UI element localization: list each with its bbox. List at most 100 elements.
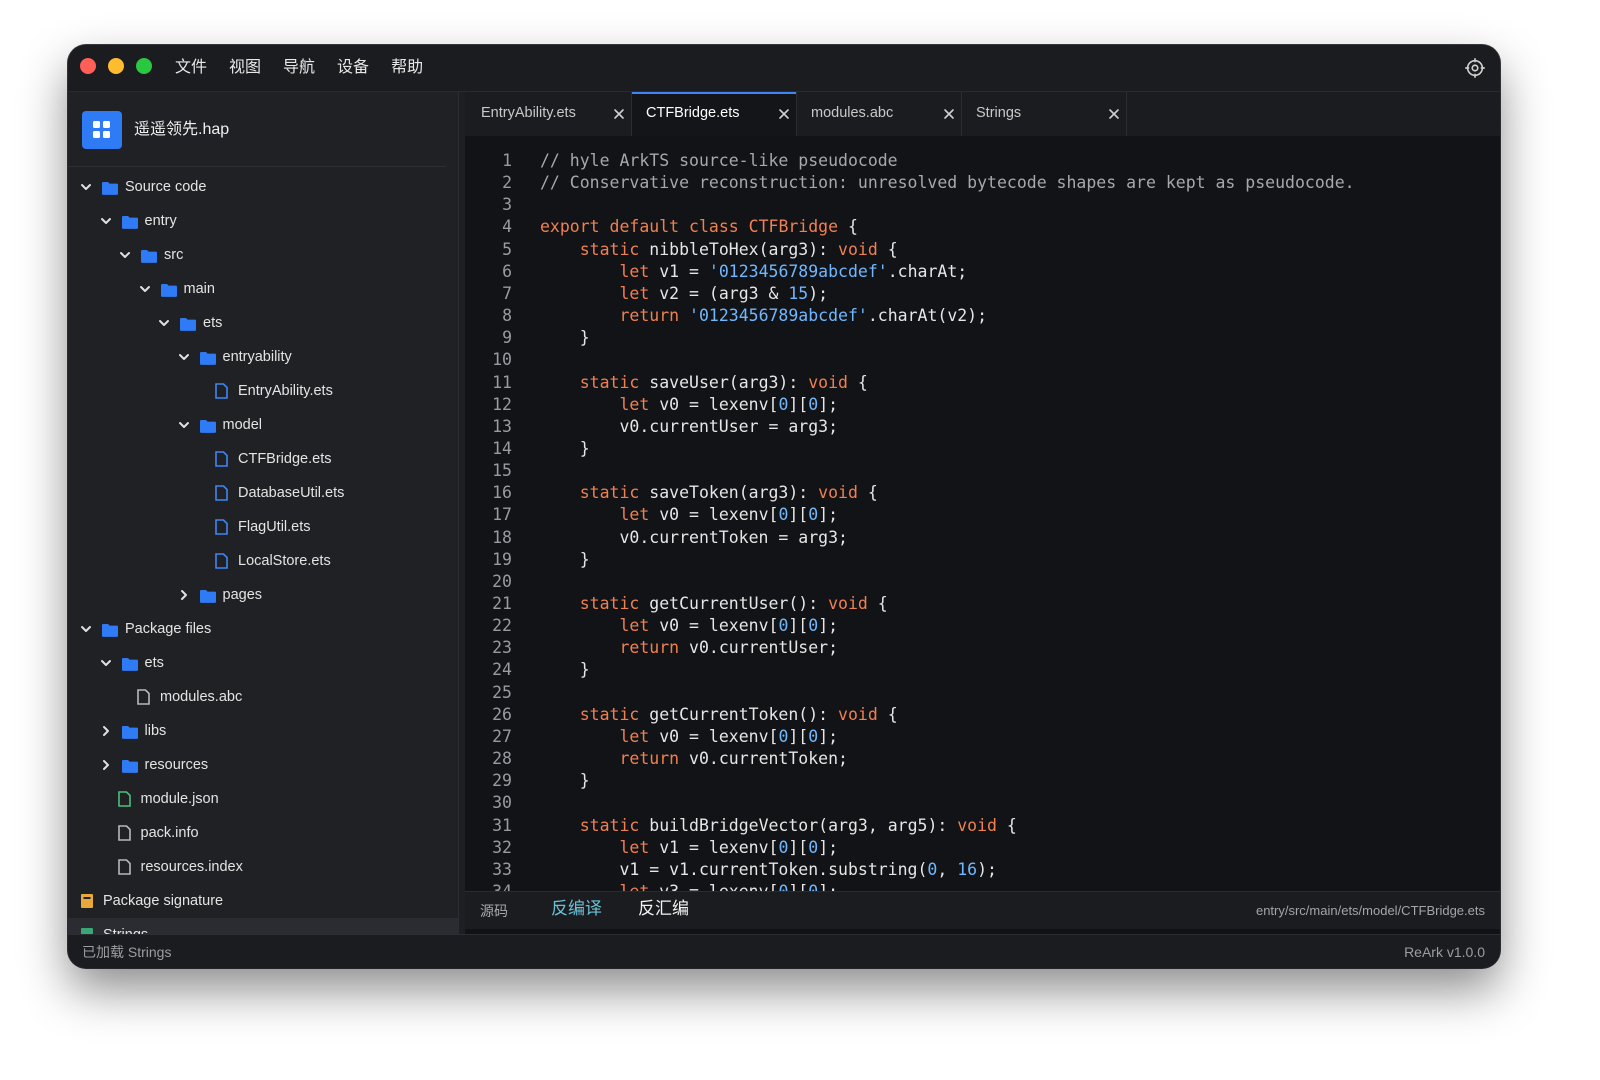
chevron-right-icon[interactable] xyxy=(100,725,112,737)
tree-folder-row[interactable]: entryability xyxy=(68,340,458,374)
tree-folder-row[interactable]: resources xyxy=(68,748,458,782)
chevron-down-icon[interactable] xyxy=(178,351,190,363)
editor-tab[interactable]: Strings xyxy=(962,92,1127,136)
tree-folder-row[interactable]: Package files xyxy=(68,612,458,646)
code-token: getCurrentToken(): xyxy=(639,704,839,724)
code-line: 8 return '0123456789abcdef'.charAt(v2); xyxy=(465,305,1500,327)
close-tab-icon[interactable] xyxy=(1108,108,1120,120)
code-line: 18 v0.currentToken = arg3; xyxy=(465,527,1500,549)
code-token: let xyxy=(619,283,650,303)
line-content: v0.currentToken = arg3; xyxy=(540,527,847,549)
code-token: } xyxy=(540,660,590,680)
view-tab-disassemble[interactable]: 反汇编 xyxy=(638,899,689,919)
source-file-icon xyxy=(215,383,231,399)
code-token: void xyxy=(838,239,878,259)
maximize-window-button[interactable] xyxy=(136,58,152,74)
chevron-down-icon[interactable] xyxy=(158,317,170,329)
code-line: 32 let v1 = lexenv[0][0]; xyxy=(465,837,1500,859)
editor-tab[interactable]: EntryAbility.ets xyxy=(467,92,632,136)
line-number: 14 xyxy=(492,438,512,458)
tree-file-row[interactable]: pack.info xyxy=(68,816,458,850)
menu-device[interactable]: 设备 xyxy=(337,57,369,79)
code-view[interactable]: 1 // hyle ArkTS source-like pseudocode 2 //… xyxy=(465,136,1500,891)
code-token: ][ xyxy=(788,505,809,525)
tree-item-label: module.json xyxy=(140,791,219,807)
close-tab-icon[interactable] xyxy=(943,108,955,120)
line-number: 8 xyxy=(502,306,512,326)
tree-folder-row[interactable]: entry xyxy=(68,204,458,238)
code-token: static xyxy=(579,815,640,835)
line-number: 18 xyxy=(492,527,512,547)
code-token: saveToken(arg3): xyxy=(639,483,819,503)
tree-item-label: Strings xyxy=(103,926,148,934)
line-number: 31 xyxy=(492,815,512,835)
tree-folder-row[interactable]: Source code xyxy=(68,170,458,204)
view-tab-source[interactable]: 源码 xyxy=(480,901,508,921)
line-number: 9 xyxy=(502,328,512,348)
minimize-window-button[interactable] xyxy=(108,58,124,74)
source-file-icon xyxy=(215,485,231,501)
close-tab-icon[interactable] xyxy=(778,108,790,120)
tree-folder-row[interactable]: pages xyxy=(68,578,458,612)
chevron-down-icon[interactable] xyxy=(119,249,131,261)
chevron-down-icon[interactable] xyxy=(80,181,92,193)
settings-gear-icon[interactable] xyxy=(1464,57,1486,79)
chevron-down-icon[interactable] xyxy=(139,283,151,295)
line-number: 13 xyxy=(492,416,512,436)
menu-help[interactable]: 帮助 xyxy=(391,57,423,79)
tree-file-row[interactable]: FlagUtil.ets xyxy=(68,510,458,544)
tree-folder-row[interactable]: main xyxy=(68,272,458,306)
code-token: getCurrentUser(): xyxy=(639,594,829,613)
code-token: ][ xyxy=(788,616,809,636)
code-token: v0.currentUser; xyxy=(679,638,839,658)
chevron-down-icon[interactable] xyxy=(100,657,112,669)
tab-label: CTFBridge.ets xyxy=(646,105,740,121)
line-content: static saveToken(arg3): void { xyxy=(540,482,878,504)
tab-label: Strings xyxy=(976,105,1022,121)
editor-tab[interactable]: CTFBridge.ets xyxy=(632,92,797,136)
line-content: return v0.currentToken; xyxy=(540,748,848,770)
tree-folder-row[interactable]: model xyxy=(68,408,458,442)
tree-folder-row[interactable]: ets xyxy=(68,306,458,340)
tree-folder-row[interactable]: src xyxy=(68,238,458,272)
code-token: v1 = xyxy=(649,261,709,281)
chevron-right-icon[interactable] xyxy=(100,759,112,771)
tree-file-row[interactable]: modules.abc xyxy=(68,680,458,714)
code-token: 0 xyxy=(778,726,789,746)
code-token: { xyxy=(848,372,868,392)
folder-icon xyxy=(199,589,216,603)
tree-file-row[interactable]: module.json xyxy=(68,782,458,816)
code-line: 11 static saveUser(arg3): void { xyxy=(465,372,1500,394)
tree-file-row[interactable]: resources.index xyxy=(68,850,458,884)
strings-icon xyxy=(80,927,96,934)
tree-file-row[interactable]: EntryAbility.ets xyxy=(68,374,458,408)
tree-file-row[interactable]: DatabaseUtil.ets xyxy=(68,476,458,510)
tree-item-label: Package signature xyxy=(103,893,224,909)
code-token: ]; xyxy=(818,837,839,857)
tree-folder-row[interactable]: libs xyxy=(68,714,458,748)
code-token: ][ xyxy=(788,882,808,891)
tree-file-row[interactable]: Package signature xyxy=(68,884,458,918)
tree-file-row[interactable]: Strings xyxy=(68,918,458,934)
line-number: 33 xyxy=(492,859,512,879)
view-tab-decompile[interactable]: 反编译 xyxy=(551,899,602,919)
code-line: 27 let v0 = lexenv[0][0]; xyxy=(465,726,1500,748)
editor-tab[interactable]: modules.abc xyxy=(797,92,962,136)
menu-view[interactable]: 视图 xyxy=(229,57,261,79)
menu-navigate[interactable]: 导航 xyxy=(283,57,315,79)
code-token: .charAt(v2); xyxy=(867,306,988,326)
tree-file-row[interactable]: CTFBridge.ets xyxy=(68,442,458,476)
menu-file[interactable]: 文件 xyxy=(175,57,207,79)
code-token: ][ xyxy=(788,837,809,857)
tree-folder-row[interactable]: ets xyxy=(68,646,458,680)
project-header[interactable]: 遥遥领先.hap xyxy=(68,92,446,167)
tree-file-row[interactable]: LocalStore.ets xyxy=(68,544,458,578)
chevron-down-icon[interactable] xyxy=(178,419,190,431)
chevron-down-icon[interactable] xyxy=(80,623,92,635)
chevron-right-icon[interactable] xyxy=(178,589,190,601)
close-window-button[interactable] xyxy=(80,58,96,74)
code-token: ][ xyxy=(788,394,809,414)
chevron-down-icon[interactable] xyxy=(100,215,112,227)
close-tab-icon[interactable] xyxy=(613,108,625,120)
